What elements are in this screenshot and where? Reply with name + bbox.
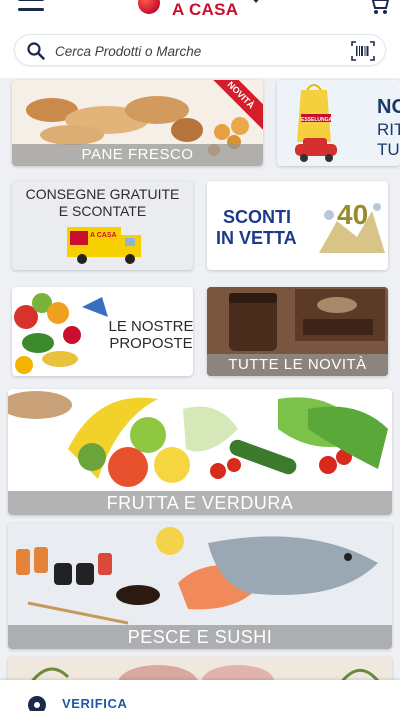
proposte-line1: LE NOSTRE [108,318,193,335]
tile-promo-partial[interactable]: ESSELUNGA NO RIT TU [277,80,400,166]
proposte-line2: PROPOSTE [109,335,193,352]
tile-consegne[interactable]: CONSEGNE GRATUITE E SCONTATE A CASA [12,181,193,270]
store-logo[interactable]: A CASA [138,0,268,19]
tile-novita[interactable]: TUTTE LE NOVITÀ [207,287,388,376]
tile-caption: PANE FRESCO [12,144,263,166]
app-screen: A CASA Cerca Prodotti o Marche NOVITÀ PA… [0,0,400,711]
promo-line2: RIT [377,120,400,139]
bottom-bar: VERIFICA [0,680,400,711]
location-pin-icon[interactable] [28,696,46,711]
logo-text: A CASA [172,0,239,19]
truck-text: A CASA [90,232,117,239]
menu-icon[interactable] [18,0,44,16]
tile-caption: FRUTTA E VERDURA [8,491,392,515]
tile-frutta-verdura[interactable]: FRUTTA E VERDURA [8,389,392,515]
promo-line3: TU [377,140,400,159]
chevron-down-icon [250,0,262,3]
tile-sconti[interactable]: SCONTI IN VETTA 40 [207,181,388,270]
verifica-button[interactable]: VERIFICA [62,696,127,711]
promo-brand: ESSELUNGA [301,117,333,123]
cart-icon[interactable] [368,0,390,16]
tile-pesce-sushi[interactable]: PESCE E SUSHI [8,523,392,649]
delivery-truck-icon [67,227,141,264]
tile-proposte[interactable]: LE NOSTRE PROPOSTE [12,287,193,376]
top-header: A CASA [0,0,400,78]
search-bar [14,34,386,66]
barcode-scan-icon[interactable] [351,41,375,61]
search-input[interactable] [55,39,335,63]
sconti-number: 40 [337,199,369,230]
search-icon[interactable] [27,42,45,60]
apple-logo-icon [138,0,160,14]
tile-caption: TUTTE LE NOVITÀ [207,354,388,376]
tile-pane-fresco[interactable]: NOVITÀ PANE FRESCO [12,80,263,166]
promo-line1: NO [377,96,400,118]
tile-caption: PESCE E SUSHI [8,625,392,649]
